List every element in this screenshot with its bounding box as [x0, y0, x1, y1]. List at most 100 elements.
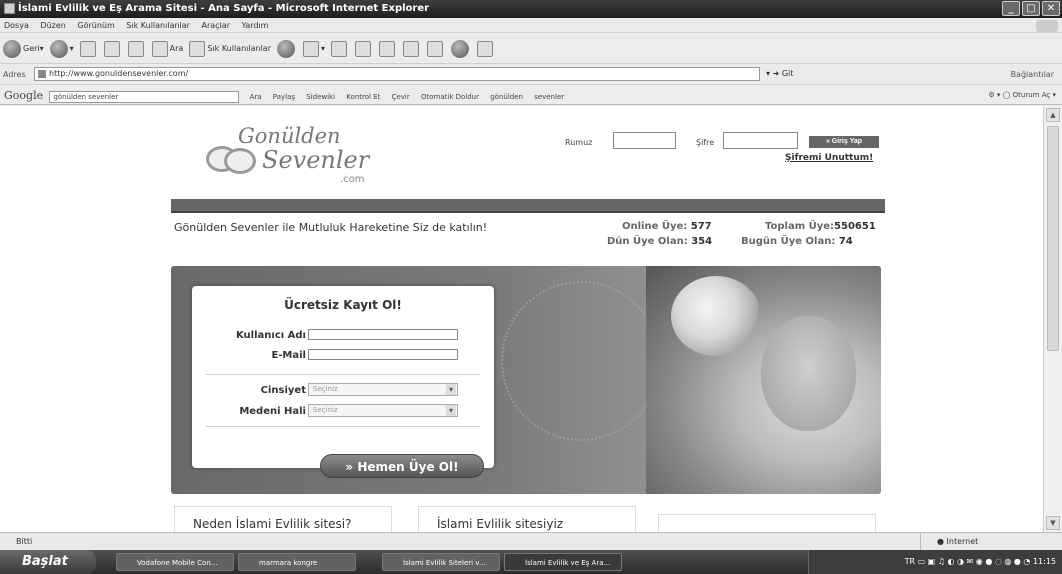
- address-input[interactable]: http://www.gonuldensevenler.com/: [34, 67, 760, 81]
- info-box-we-are[interactable]: İslami Evlilik sitesiyiz: [418, 506, 636, 532]
- scroll-up-icon[interactable]: ▲: [1046, 108, 1060, 122]
- stop-button[interactable]: [79, 40, 98, 57]
- research-button[interactable]: [403, 40, 421, 57]
- page-viewport: Gonülden Sevenler .com Rumuz Şifre » Gir…: [0, 106, 1043, 532]
- discuss-button[interactable]: [379, 40, 397, 57]
- password-input[interactable]: [723, 132, 798, 149]
- refresh-button[interactable]: [103, 40, 122, 57]
- flowers-image: [671, 276, 761, 356]
- scroll-thumb[interactable]: [1047, 126, 1059, 351]
- marital-row: Medeni Hali Seçiniz: [192, 404, 494, 419]
- history-button[interactable]: [277, 39, 297, 58]
- gender-row: Cinsiyet Seçiniz: [192, 383, 494, 398]
- tray-icons: ▭ ▣ ♫ ◐ ◑ ✉ ◉ ● ◌ ◍ ● ◔: [917, 557, 1033, 566]
- bluetooth-icon: [451, 39, 470, 58]
- print-button[interactable]: [331, 40, 349, 57]
- back-button[interactable]: Geri ▾: [3, 39, 44, 58]
- join-now-button[interactable]: » Hemen Üye Ol!: [320, 454, 484, 478]
- site-logo[interactable]: Gonülden Sevenler .com: [200, 116, 400, 188]
- close-button[interactable]: ✕: [1042, 1, 1060, 16]
- forward-button[interactable]: ▾: [49, 39, 74, 58]
- google-share-button[interactable]: Paylaş: [273, 93, 295, 101]
- ie-app-icon: [4, 3, 15, 14]
- menu-favorites[interactable]: Sık Kullanılanlar: [126, 21, 190, 30]
- mail-icon: [303, 40, 319, 57]
- username-row: Kullanıcı Adı: [192, 329, 494, 343]
- google-highlight-gonulden[interactable]: gönülden: [490, 93, 523, 101]
- search-button[interactable]: Ara: [151, 40, 183, 57]
- maximize-button[interactable]: □: [1022, 1, 1040, 16]
- favorites-button[interactable]: Sık Kullanılanlar: [189, 40, 271, 57]
- task-islami-siteler[interactable]: İslami Evlilik Siteleri v...: [382, 553, 500, 571]
- home-button[interactable]: [127, 40, 146, 57]
- scroll-down-icon[interactable]: ▼: [1046, 516, 1060, 530]
- menu-file[interactable]: Dosya: [4, 21, 29, 30]
- edit-button[interactable]: [355, 40, 373, 57]
- slogan: Gönülden Sevenler ile Mutluluk Hareketin…: [174, 221, 488, 234]
- windows-logo-icon: [1036, 20, 1058, 32]
- history-icon: [277, 39, 295, 58]
- vertical-scrollbar[interactable]: ▲ ▼: [1043, 106, 1062, 532]
- task-marmara[interactable]: marmara kongre: [238, 553, 356, 571]
- marital-select[interactable]: Seçiniz: [308, 404, 458, 417]
- task-vodafone[interactable]: Vodafone Mobile Con...: [116, 553, 234, 571]
- registration-form: Ücretsiz Kayıt Ol! Kullanıcı Adı E-Mail …: [192, 286, 494, 468]
- google-translate-button[interactable]: Çevir: [392, 93, 410, 101]
- yesterday-members: Dün Üye Olan: 354: [607, 236, 713, 247]
- reg-email-label: E-Mail: [271, 350, 306, 361]
- google-toolbar: Google gönülden sevenler Ara Paylaş Side…: [0, 86, 1062, 105]
- settings-icon: ⚙ ▾ ◯: [988, 91, 1013, 99]
- minimize-button[interactable]: _: [1002, 1, 1020, 16]
- address-bar: Adres http://www.gonuldensevenler.com/ ▾…: [0, 64, 1062, 85]
- stop-icon: [79, 40, 96, 57]
- reg-username-input[interactable]: [308, 329, 458, 340]
- reg-email-input[interactable]: [308, 349, 458, 360]
- discuss-icon: [379, 40, 396, 57]
- email-row: E-Mail: [192, 349, 494, 363]
- language-indicator[interactable]: TR: [905, 557, 915, 566]
- research-icon: [403, 40, 420, 57]
- google-check-button[interactable]: Kontrol Et: [346, 93, 380, 101]
- refresh-icon: [103, 40, 120, 57]
- browser-toolbar: Geri ▾ ▾ Ara Sık Kullanılanlar ▾: [0, 34, 1062, 64]
- woman-portrait: [761, 316, 856, 431]
- menu-tools[interactable]: Araçlar: [202, 21, 230, 30]
- login-button[interactable]: » Giriş Yap: [809, 136, 879, 148]
- back-arrow-icon: [3, 39, 21, 58]
- menu-view[interactable]: Görünüm: [77, 21, 114, 30]
- google-sidewiki-button[interactable]: Sidewiki: [306, 93, 335, 101]
- mail-button[interactable]: ▾: [303, 40, 325, 57]
- divider: [206, 426, 480, 427]
- hearts-icon: [206, 146, 264, 176]
- go-button[interactable]: ▾ ➜ Git: [766, 67, 793, 81]
- google-search-input[interactable]: gönülden sevenler: [49, 91, 240, 103]
- info-box-third[interactable]: [658, 514, 876, 532]
- task-islami-evlilik[interactable]: İslami Evlilik ve Eş Ara...: [504, 553, 622, 571]
- forgot-password-link[interactable]: Şifremi Unuttum!: [785, 153, 873, 163]
- window-title: İslami Evlilik ve Eş Arama Sitesi - Ana …: [18, 3, 430, 14]
- links-button[interactable]: Bağlantılar: [1011, 64, 1054, 85]
- bluetooth-button[interactable]: [451, 39, 471, 58]
- search-icon: [151, 40, 168, 57]
- tools-button[interactable]: [477, 40, 495, 57]
- google-signin-button[interactable]: ⚙ ▾ ◯ Oturum Aç ▾: [988, 86, 1056, 104]
- menu-help[interactable]: Yardım: [242, 21, 269, 30]
- reg-username-label: Kullanıcı Adı: [235, 330, 306, 341]
- google-highlight-sevenler[interactable]: sevenler: [534, 93, 564, 101]
- google-search-button[interactable]: Ara: [250, 93, 262, 101]
- menu-edit[interactable]: Düzen: [40, 21, 65, 30]
- start-button[interactable]: Başlat: [0, 550, 96, 574]
- info-box-why[interactable]: Neden İslami Evlilik sitesi?: [174, 506, 392, 532]
- total-members: Toplam Üye:550651: [765, 221, 876, 232]
- form-title: Ücretsiz Kayıt Ol!: [284, 298, 402, 312]
- messenger-button[interactable]: [427, 40, 445, 57]
- browser-window: İslami Evlilik ve Eş Arama Sitesi - Ana …: [0, 0, 1062, 574]
- today-members: Bugün Üye Olan: 74: [741, 236, 853, 247]
- username-input[interactable]: [613, 132, 676, 149]
- gender-select[interactable]: Seçiniz: [308, 383, 458, 396]
- home-icon: [127, 40, 144, 57]
- marital-label: Medeni Hali: [239, 406, 306, 417]
- gender-label: Cinsiyet: [260, 385, 306, 396]
- google-autofill-button[interactable]: Otomatik Doldur: [421, 93, 479, 101]
- status-text: Bitti: [16, 537, 33, 546]
